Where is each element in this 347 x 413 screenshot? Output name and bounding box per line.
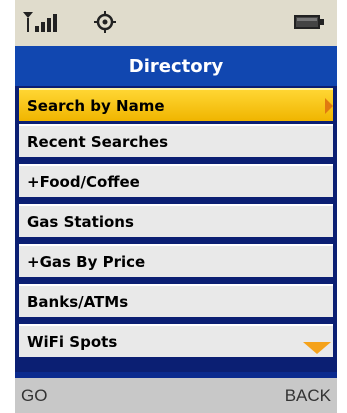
menu-item-food-coffee[interactable]: +Food/Coffee [19, 164, 333, 197]
menu-item-label: Banks/ATMs [27, 292, 129, 311]
menu-item-gas-by-price[interactable]: +Gas By Price [19, 244, 333, 277]
softkey-bar: GO BACK [15, 372, 337, 413]
softkey-bar-background: GO BACK [15, 378, 337, 413]
page-title: Directory [15, 46, 337, 86]
go-softkey[interactable]: GO [21, 386, 47, 406]
menu-item-recent-searches[interactable]: Recent Searches [19, 124, 333, 157]
gear-icon [94, 11, 116, 33]
menu-item-banks-atms[interactable]: Banks/ATMs [19, 284, 333, 317]
back-softkey[interactable]: BACK [285, 386, 331, 406]
menu-item-label: +Food/Coffee [27, 172, 140, 191]
menu-item-search-by-name[interactable]: Search by Name [19, 88, 333, 121]
menu-item-label: Gas Stations [27, 212, 134, 231]
menu-item-label: +Gas By Price [27, 252, 146, 271]
menu-item-label: WiFi Spots [27, 332, 118, 351]
menu-item-gas-stations[interactable]: Gas Stations [19, 204, 333, 237]
menu-item-label: Recent Searches [27, 132, 169, 151]
battery-icon [294, 15, 324, 29]
signal-strength-icon [23, 12, 57, 32]
status-bar [15, 0, 337, 46]
menu-item-label: Search by Name [27, 96, 165, 115]
menu-list: Search by Name Recent Searches +Food/Cof… [15, 86, 337, 372]
menu-item-wifi-spots[interactable]: WiFi Spots [19, 324, 333, 357]
phone-screen: Directory Search by Name Recent Searches… [15, 0, 337, 413]
selection-arrow-icon [325, 98, 333, 114]
scroll-down-icon[interactable] [303, 342, 331, 354]
